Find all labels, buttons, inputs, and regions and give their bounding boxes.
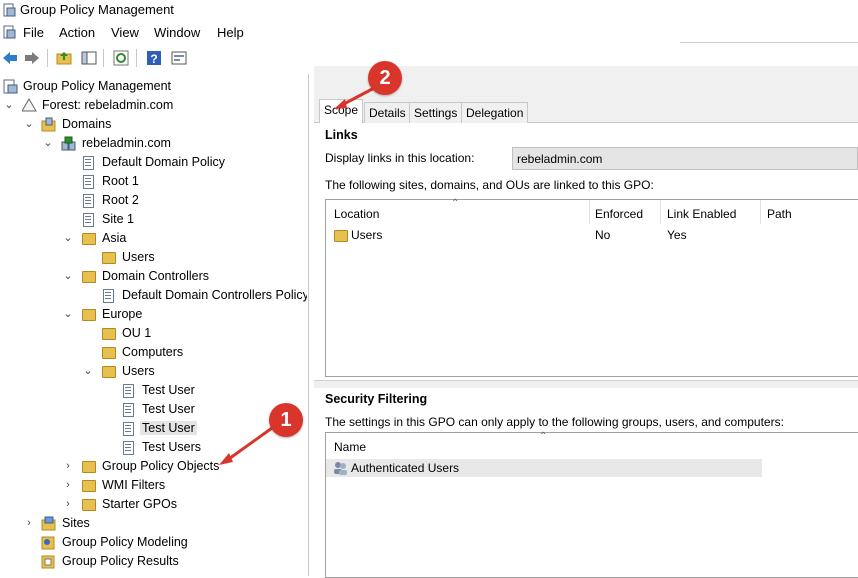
callout-arrow-1-head xyxy=(219,453,233,465)
callout-arrow-1 xyxy=(225,426,273,463)
callout-badge-1: 1 xyxy=(269,403,303,437)
callout-arrows xyxy=(219,84,379,465)
callout-arrow-2-head xyxy=(334,99,347,109)
callout-badge-2: 2 xyxy=(368,61,402,95)
